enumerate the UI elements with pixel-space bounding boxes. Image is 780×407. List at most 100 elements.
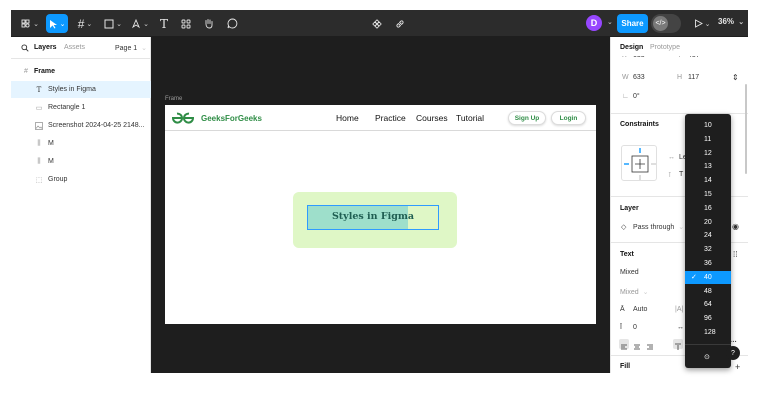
signup-button[interactable]: Sign Up <box>508 111 546 125</box>
layer-group[interactable]: ⬚ Group <box>11 171 151 188</box>
font-size-option[interactable]: 11 <box>685 133 731 146</box>
layer-title: Layer <box>620 205 639 212</box>
tab-layers[interactable]: Layers <box>34 44 57 51</box>
font-size-option[interactable]: 48 <box>685 285 731 298</box>
rotation-input[interactable]: 0° <box>633 93 640 100</box>
letter-spacing-icon: |A| <box>675 306 684 313</box>
align-center-icon <box>634 344 640 350</box>
tab-prototype[interactable]: Prototype <box>650 44 680 51</box>
font-size-option[interactable]: ✓ 40 <box>685 270 731 284</box>
font-size-option[interactable]: 64 <box>685 298 731 311</box>
resources-button[interactable] <box>179 14 193 33</box>
font-family-select[interactable]: Mixed <box>620 269 639 276</box>
dev-mode-toggle[interactable]: </> <box>651 14 681 33</box>
share-button[interactable]: Share <box>617 14 648 33</box>
font-size-value: 12 <box>704 149 712 157</box>
width-input[interactable]: 633 <box>633 74 645 81</box>
frame-tool-button[interactable]: # ⌄ <box>74 14 96 33</box>
align-left-icon <box>621 344 627 350</box>
nav-practice[interactable]: Practice <box>375 113 406 123</box>
resize-icon[interactable]: ⇕ <box>732 73 739 82</box>
variable-icon: ⊙ <box>704 353 710 361</box>
main-menu-button[interactable]: ⌄ <box>19 14 41 33</box>
layer-label: M <box>48 140 54 147</box>
rectangle-1[interactable]: Styles in Figma <box>293 192 457 248</box>
vertical-constraint-select[interactable]: T <box>679 171 683 178</box>
page-selector[interactable]: Page 1 ⌄ <box>115 44 147 52</box>
font-size-option[interactable]: 96 <box>685 312 731 325</box>
font-size-option[interactable]: 10 <box>685 119 731 132</box>
font-size-option[interactable]: 128 <box>685 326 731 339</box>
figma-logo-icon <box>21 19 30 28</box>
text-styles-icon[interactable]: ⁞⁞ <box>733 250 737 259</box>
line-height-icon: Ā <box>620 306 625 313</box>
font-size-value: 15 <box>704 191 712 198</box>
line-height-input[interactable]: Auto <box>633 306 647 313</box>
font-size-option[interactable]: 24 <box>685 229 731 242</box>
align-left-button[interactable] <box>619 339 629 350</box>
help-button[interactable]: ? <box>726 346 740 360</box>
hand-tool-button[interactable] <box>201 14 215 33</box>
nav-tutorial[interactable]: Tutorial <box>456 113 484 123</box>
align-top-icon <box>675 343 681 350</box>
font-size-option[interactable]: 13 <box>685 160 731 173</box>
font-size-option[interactable]: 20 <box>685 216 731 229</box>
font-style-select[interactable]: Mixed ⌄ <box>620 288 649 296</box>
user-avatar[interactable]: D <box>586 15 602 31</box>
link-button[interactable] <box>393 14 407 33</box>
layer-styles-in-figma[interactable]: T Styles in Figma <box>11 81 151 98</box>
layer-label: M <box>48 158 54 165</box>
font-size-option[interactable]: 14 <box>685 174 731 187</box>
font-size-option[interactable]: 32 <box>685 243 731 256</box>
blend-mode-select[interactable]: Pass through ⌄ <box>633 223 684 231</box>
move-tool-button[interactable]: ⌄ <box>46 14 68 33</box>
y-input[interactable]: 457 <box>688 56 700 59</box>
zoom-level[interactable]: 36% ⌄ <box>718 17 744 26</box>
chevron-down-icon: ⌄ <box>116 20 122 28</box>
align-center-button[interactable] <box>632 339 642 350</box>
font-size-option[interactable]: 12 <box>685 147 731 160</box>
tab-design[interactable]: Design <box>620 44 643 51</box>
auto-width-icon[interactable]: ↔ <box>677 324 684 331</box>
component-button[interactable] <box>370 14 384 33</box>
font-size-option[interactable]: 36 <box>685 257 731 270</box>
layer-screenshot[interactable]: Screenshot 2024-04-25 2148... <box>11 117 151 134</box>
layer-frame[interactable]: # Frame <box>11 63 151 80</box>
paragraph-spacing-input[interactable]: 0 <box>633 324 637 331</box>
chevron-down-icon[interactable]: ⌄ <box>607 18 613 26</box>
vertical-constraint-icon: ⊺ <box>668 172 672 179</box>
chevron-down-icon: ⌄ <box>86 20 93 28</box>
constraints-widget[interactable] <box>621 145 657 181</box>
blend-mode-icon: ◇ <box>621 224 627 231</box>
more-options-icon[interactable]: ··· <box>730 339 737 346</box>
paragraph-spacing-icon: Ī <box>620 324 622 331</box>
nav-home[interactable]: Home <box>336 113 359 123</box>
layer-m-2[interactable]: ⫼ M <box>11 153 151 170</box>
pen-tool-button[interactable]: ⌄ <box>129 14 151 33</box>
add-fill-icon[interactable]: + <box>735 362 740 372</box>
selected-text-layer[interactable]: Styles in Figma <box>307 205 439 230</box>
align-top-button[interactable] <box>673 339 683 350</box>
design-frame[interactable]: GeeksForGeeks Home Practice Courses Tuto… <box>165 105 596 324</box>
text-tool-button[interactable]: T <box>157 14 171 33</box>
align-right-button[interactable] <box>645 339 655 350</box>
present-button[interactable]: ⌄ <box>693 14 711 33</box>
comment-tool-button[interactable] <box>225 14 239 33</box>
eye-icon[interactable]: ◉ <box>732 222 739 231</box>
dropdown-variable-option[interactable]: ⊙ <box>685 350 731 363</box>
tab-assets[interactable]: Assets <box>64 44 85 51</box>
styles-in-figma-text[interactable]: Styles in Figma <box>308 211 438 222</box>
layer-rectangle-1[interactable]: ▭ Rectangle 1 <box>11 99 151 116</box>
nav-courses[interactable]: Courses <box>416 113 448 123</box>
layer-m-1[interactable]: ⫼ M <box>11 135 151 152</box>
panel-scrollbar[interactable] <box>745 84 747 174</box>
frame-label[interactable]: Frame <box>165 96 182 102</box>
font-size-option[interactable]: 16 <box>685 202 731 215</box>
search-icon[interactable] <box>21 44 29 54</box>
height-input[interactable]: 117 <box>688 74 699 81</box>
shape-tool-button[interactable]: ⌄ <box>102 14 124 33</box>
canvas[interactable]: Frame GeeksForGeeks Home Practice Course… <box>151 37 610 373</box>
x-input[interactable]: 633 <box>633 56 645 59</box>
login-button[interactable]: Login <box>551 111 586 125</box>
font-size-option[interactable]: 15 <box>685 188 731 201</box>
